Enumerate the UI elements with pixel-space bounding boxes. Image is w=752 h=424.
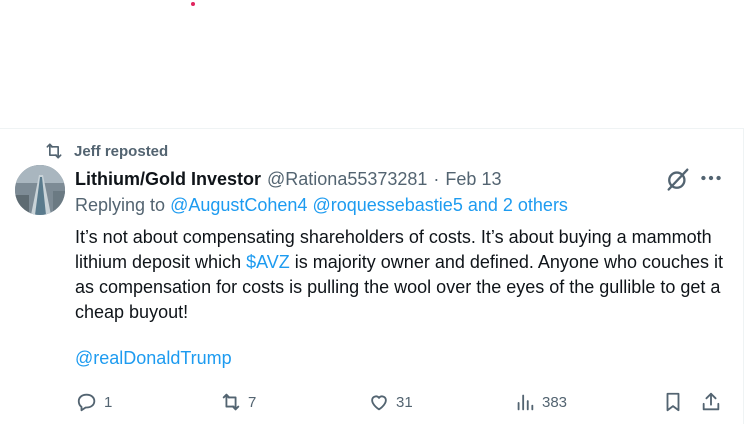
tweet-header: Lithium/Gold Investor @Rationa55373281 ·… <box>75 167 501 191</box>
views-count: 383 <box>542 393 568 411</box>
repost-indicator[interactable]: Jeff reposted <box>44 141 168 161</box>
share-button[interactable] <box>700 388 722 416</box>
bookmark-icon <box>666 392 680 412</box>
column-border <box>743 128 744 424</box>
repost-icon <box>46 143 62 159</box>
replying-to-line: Replying to @AugustCohen4 @roquessebasti… <box>75 195 568 216</box>
repost-count: 7 <box>248 393 257 411</box>
reply-icon <box>77 393 96 412</box>
author-name[interactable]: Lithium/Gold Investor <box>75 169 261 190</box>
like-count: 31 <box>396 393 413 411</box>
repost-icon <box>222 393 240 411</box>
like-icon <box>371 395 387 411</box>
avatar[interactable] <box>15 165 65 215</box>
tweet-date[interactable]: Feb 13 <box>445 169 501 190</box>
reply-others-link[interactable]: and 2 others <box>468 195 568 215</box>
replying-to-label: Replying to <box>75 195 166 215</box>
repost-button[interactable]: 7 <box>220 388 256 416</box>
reply-count: 1 <box>104 393 113 411</box>
like-button[interactable]: 31 <box>368 388 413 416</box>
header-separator: · <box>433 168 440 189</box>
mention-realdonaldtrump[interactable]: @realDonaldTrump <box>75 348 232 369</box>
tweet-text: It’s not about compensating shareholders… <box>75 225 725 325</box>
views-icon <box>517 394 534 411</box>
author-handle[interactable]: @Rationa55373281 <box>267 169 427 190</box>
timeline-top-area <box>0 0 752 128</box>
reply-mention-augustcohen4[interactable]: @AugustCohen4 <box>170 195 307 215</box>
repost-label: Jeff reposted <box>74 142 169 160</box>
tweet-divider <box>0 128 744 129</box>
notification-dot <box>191 2 195 6</box>
grok-icon[interactable] <box>664 165 692 193</box>
bookmark-button[interactable] <box>662 388 684 416</box>
reply-button[interactable]: 1 <box>76 388 112 416</box>
avatar-image <box>15 165 65 215</box>
reply-mention-roquessebastie5[interactable]: @roquessebastie5 <box>312 195 462 215</box>
views-button[interactable]: 383 <box>514 388 567 416</box>
more-icon[interactable] <box>698 165 724 191</box>
share-icon <box>702 392 720 411</box>
cashtag-avz[interactable]: $AVZ <box>246 252 290 272</box>
tweet-actions: 1 7 31 383 <box>0 388 752 416</box>
